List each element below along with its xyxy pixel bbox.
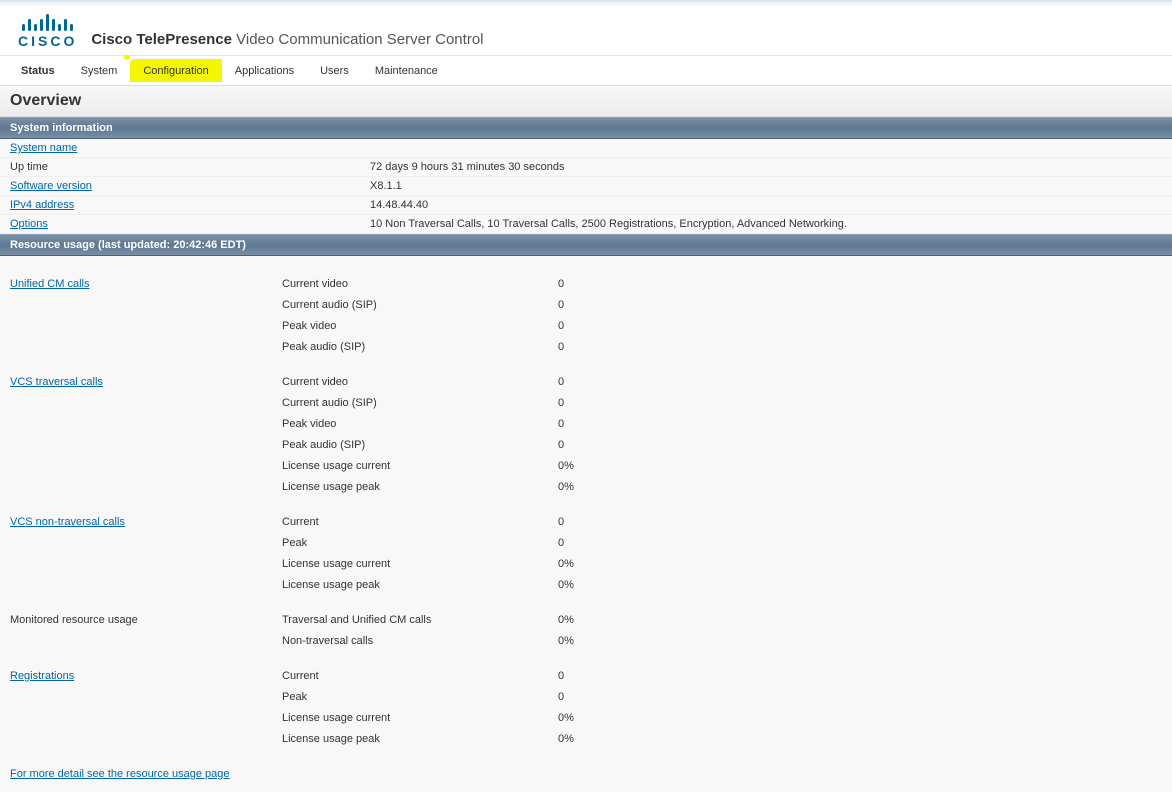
link-ipv4-address[interactable]: IPv4 address bbox=[10, 199, 74, 211]
row-uptime: Up time 72 days 9 hours 31 minutes 30 se… bbox=[0, 158, 1172, 177]
label-uptime: Up time bbox=[10, 161, 370, 173]
metric-label: Peak bbox=[282, 689, 558, 706]
metric-value: 0 bbox=[558, 535, 598, 552]
tab-label: Status bbox=[21, 65, 55, 77]
section-system-information: System information bbox=[0, 117, 1172, 139]
link-system-name[interactable]: System name bbox=[10, 142, 77, 154]
row-ipv4-address: IPv4 address 14.48.44.40 bbox=[0, 196, 1172, 215]
metric-value: 0% bbox=[558, 458, 598, 475]
metric-label: License usage current bbox=[282, 556, 558, 573]
metric-label: Current bbox=[282, 668, 558, 685]
tab-status[interactable]: Status bbox=[8, 59, 68, 82]
tab-label: Configuration bbox=[143, 65, 208, 77]
metric-value: 0% bbox=[558, 479, 598, 496]
metric-value: 0 bbox=[558, 514, 598, 531]
metric-label: Peak bbox=[282, 535, 558, 552]
section-resource-usage: Resource usage (last updated: 20:42:46 E… bbox=[0, 234, 1172, 256]
metric-label: License usage peak bbox=[282, 731, 558, 748]
product-title: Cisco TelePresence Video Communication S… bbox=[91, 31, 483, 49]
group-registrations: Registrations Current 0 Peak0 License us… bbox=[10, 666, 1172, 750]
link-unified-cm-calls[interactable]: Unified CM calls bbox=[10, 278, 89, 290]
label-monitored-resource-usage: Monitored resource usage bbox=[10, 612, 282, 629]
metric-value: 0% bbox=[558, 731, 598, 748]
value-uptime: 72 days 9 hours 31 minutes 30 seconds bbox=[370, 161, 1162, 173]
metric-label: Current audio (SIP) bbox=[282, 297, 558, 314]
tab-label: Maintenance bbox=[375, 65, 438, 77]
link-vcs-non-traversal-calls[interactable]: VCS non-traversal calls bbox=[10, 516, 125, 528]
tab-label: Users bbox=[320, 65, 349, 77]
page-title: Overview bbox=[0, 86, 1172, 117]
metric-value: 0 bbox=[558, 339, 598, 356]
row-system-name: System name bbox=[0, 139, 1172, 158]
resource-usage-block: Unified CM calls Current video 0 Current… bbox=[0, 256, 1172, 792]
group-unified-cm-calls: Unified CM calls Current video 0 Current… bbox=[10, 274, 1172, 358]
tab-configuration[interactable]: Configuration bbox=[130, 59, 221, 82]
metric-value: 0 bbox=[558, 276, 598, 293]
metric-value: 0 bbox=[558, 395, 598, 412]
tab-users[interactable]: Users bbox=[307, 59, 362, 82]
tab-label: System bbox=[81, 65, 118, 77]
group-vcs-traversal-calls: VCS traversal calls Current video 0 Curr… bbox=[10, 372, 1172, 498]
metric-value: 0% bbox=[558, 710, 598, 727]
header: CISCO Cisco TelePresence Video Communica… bbox=[0, 5, 1172, 55]
metric-value: 0 bbox=[558, 318, 598, 335]
group-vcs-non-traversal-calls: VCS non-traversal calls Current 0 Peak0 … bbox=[10, 512, 1172, 596]
metric-label: License usage current bbox=[282, 458, 558, 475]
value-system-name bbox=[370, 142, 1162, 154]
tab-system[interactable]: System bbox=[68, 59, 131, 82]
cisco-logo-text: CISCO bbox=[18, 33, 77, 49]
metric-label: Peak video bbox=[282, 318, 558, 335]
link-resource-usage-page[interactable]: For more detail see the resource usage p… bbox=[10, 768, 230, 780]
metric-value: 0 bbox=[558, 297, 598, 314]
value-options: 10 Non Traversal Calls, 10 Traversal Cal… bbox=[370, 218, 1162, 230]
tab-label: Applications bbox=[235, 65, 294, 77]
metric-label: License usage peak bbox=[282, 479, 558, 496]
row-software-version: Software version X8.1.1 bbox=[0, 177, 1172, 196]
metric-value: 0 bbox=[558, 689, 598, 706]
metric-label: License usage peak bbox=[282, 577, 558, 594]
tab-maintenance[interactable]: Maintenance bbox=[362, 59, 451, 82]
metric-value: 0% bbox=[558, 577, 598, 594]
metric-label: Current bbox=[282, 514, 558, 531]
system-information-block: System name Up time 72 days 9 hours 31 m… bbox=[0, 139, 1172, 234]
product-name-rest: Video Communication Server Control bbox=[232, 31, 484, 48]
value-software-version: X8.1.1 bbox=[370, 180, 1162, 192]
metric-value: 0 bbox=[558, 374, 598, 391]
metric-label: Current audio (SIP) bbox=[282, 395, 558, 412]
value-ipv4-address: 14.48.44.40 bbox=[370, 199, 1162, 211]
metric-value: 0 bbox=[558, 437, 598, 454]
metric-label: Traversal and Unified CM calls bbox=[282, 612, 558, 629]
row-options: Options 10 Non Traversal Calls, 10 Trave… bbox=[0, 215, 1172, 234]
metric-value: 0% bbox=[558, 612, 598, 629]
metric-value: 0% bbox=[558, 633, 598, 650]
link-vcs-traversal-calls[interactable]: VCS traversal calls bbox=[10, 376, 103, 388]
link-registrations[interactable]: Registrations bbox=[10, 670, 74, 682]
metric-label: Peak audio (SIP) bbox=[282, 437, 558, 454]
metric-label: Peak video bbox=[282, 416, 558, 433]
metric-value: 0 bbox=[558, 668, 598, 685]
metric-value: 0 bbox=[558, 416, 598, 433]
metric-label: Current video bbox=[282, 276, 558, 293]
link-options[interactable]: Options bbox=[10, 218, 48, 230]
metric-label: License usage current bbox=[282, 710, 558, 727]
metric-label: Non-traversal calls bbox=[282, 633, 558, 650]
metric-label: Current video bbox=[282, 374, 558, 391]
group-monitored-resource-usage: Monitored resource usage Traversal and U… bbox=[10, 610, 1172, 652]
product-name-bold: Cisco TelePresence bbox=[91, 31, 232, 48]
metric-value: 0% bbox=[558, 556, 598, 573]
main-nav: Status System Configuration Applications… bbox=[0, 56, 1172, 86]
link-software-version[interactable]: Software version bbox=[10, 180, 92, 192]
cisco-logo: CISCO bbox=[18, 13, 77, 49]
cisco-logo-bars-icon bbox=[22, 13, 73, 31]
metric-label: Peak audio (SIP) bbox=[282, 339, 558, 356]
tab-applications[interactable]: Applications bbox=[222, 59, 307, 82]
